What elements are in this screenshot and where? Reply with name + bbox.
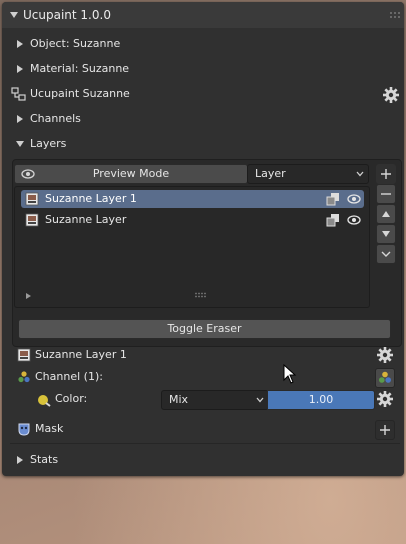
color-label: Color: xyxy=(55,392,88,405)
layer-name: Suzanne Layer xyxy=(45,213,127,226)
section-stats-label: Stats xyxy=(30,453,59,466)
section-channels-label: Channels xyxy=(30,112,81,125)
move-layer-up-button[interactable] xyxy=(376,204,396,224)
panel-title: Ucupaint 1.0.0 xyxy=(23,8,111,22)
node-settings-gear-icon[interactable] xyxy=(382,86,400,104)
blend-mode-dropdown[interactable]: Mix xyxy=(161,390,269,410)
preview-mode-toggle[interactable]: Preview Mode xyxy=(14,164,248,184)
section-channels[interactable]: Channels xyxy=(2,110,382,128)
preview-layer-dropdown[interactable]: Layer xyxy=(247,164,369,184)
expand-arrow-icon xyxy=(17,40,23,48)
remove-layer-button[interactable] xyxy=(376,184,396,204)
section-material-label: Material: Suzanne xyxy=(30,62,130,75)
section-object[interactable]: Object: Suzanne xyxy=(2,35,382,53)
mouse-cursor-icon xyxy=(283,364,297,384)
image-layer-icon xyxy=(25,192,39,206)
color-channel-icon xyxy=(37,393,51,407)
eye-icon[interactable] xyxy=(347,215,361,225)
chevron-down-icon xyxy=(356,171,364,177)
blend-mode-value: Mix xyxy=(169,393,189,406)
channel-rgb-icon xyxy=(17,370,31,384)
add-mask-button[interactable] xyxy=(375,420,395,440)
add-layer-button[interactable] xyxy=(376,164,396,184)
channel-label: Channel (1): xyxy=(35,370,103,383)
section-layers-label: Layers xyxy=(30,137,67,150)
list-resize-handle-icon[interactable] xyxy=(194,292,208,298)
section-ucupaint-node[interactable]: Ucupaint Suzanne xyxy=(2,85,382,103)
section-material[interactable]: Material: Suzanne xyxy=(2,60,382,78)
color-settings-gear-icon[interactable] xyxy=(376,390,394,408)
blend-layers-icon[interactable] xyxy=(326,213,340,227)
section-divider xyxy=(10,443,400,444)
section-ucupaint-node-label: Ucupaint Suzanne xyxy=(30,87,130,100)
preview-mode-label: Preview Mode xyxy=(92,167,170,180)
layer-list-item[interactable]: Suzanne Layer 1 xyxy=(21,190,364,208)
eye-icon xyxy=(21,169,35,179)
section-object-label: Object: Suzanne xyxy=(30,37,121,50)
channel-toggle-button[interactable] xyxy=(375,368,395,388)
collapse-arrow-icon[interactable] xyxy=(10,12,18,18)
layer-list-item[interactable]: Suzanne Layer xyxy=(21,211,364,229)
active-layer-name: Suzanne Layer 1 xyxy=(35,348,127,361)
eye-icon[interactable] xyxy=(347,194,361,204)
ucupaint-panel: Ucupaint 1.0.0 Object: Suzanne Material:… xyxy=(2,2,404,476)
intensity-slider[interactable]: 1.00 xyxy=(267,390,375,410)
expand-arrow-icon xyxy=(17,456,23,464)
preview-layer-value: Layer xyxy=(255,167,286,180)
image-layer-icon xyxy=(25,213,39,227)
expand-arrow-icon xyxy=(17,65,23,73)
layer-settings-gear-icon[interactable] xyxy=(376,346,394,364)
layer-name: Suzanne Layer 1 xyxy=(45,192,137,205)
active-layer-icon xyxy=(17,348,31,362)
node-tree-icon xyxy=(11,86,27,102)
drag-handle-icon[interactable] xyxy=(389,10,401,20)
panel-header[interactable]: Ucupaint 1.0.0 xyxy=(2,2,404,28)
move-layer-down-button[interactable] xyxy=(376,224,396,244)
expand-arrow-icon xyxy=(17,115,23,123)
layer-specials-menu-button[interactable] xyxy=(376,244,396,264)
chevron-down-icon xyxy=(256,397,264,403)
list-options-arrow-icon[interactable] xyxy=(25,292,33,300)
section-stats[interactable]: Stats xyxy=(2,451,382,469)
blend-layers-icon[interactable] xyxy=(326,192,340,206)
section-layers[interactable]: Layers xyxy=(2,135,382,153)
mask-label: Mask xyxy=(35,422,64,435)
collapse-arrow-icon xyxy=(16,141,24,147)
toggle-eraser-button[interactable]: Toggle Eraser xyxy=(18,319,391,339)
mask-icon xyxy=(17,422,31,436)
